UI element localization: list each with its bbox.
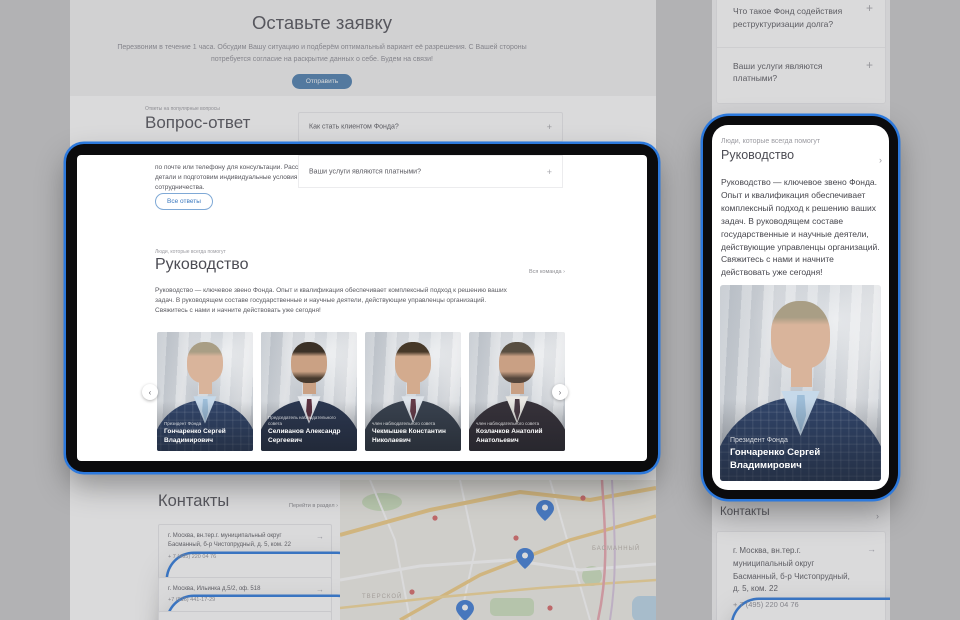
plus-icon[interactable]: +: [866, 1, 873, 15]
contacts-map[interactable]: ТВЕРСКОЙ БАСМАННЫЙ: [340, 480, 656, 620]
faq-title: Вопрос-ответ: [145, 113, 250, 133]
chevron-right-icon[interactable]: ›: [876, 511, 879, 521]
contact-address: г. Москва, Ильинка д.5/2, оф. 518: [168, 585, 309, 594]
faq-question: Что такое Фонд содействия реструктуризац…: [733, 5, 845, 31]
team-member-name: Гончаренко Сергей Владимирович: [730, 447, 850, 473]
faq-question: Ваши услуги являются платными?: [733, 60, 845, 86]
chevron-left-icon: ‹: [149, 388, 152, 397]
plus-icon[interactable]: +: [547, 122, 552, 132]
map-district-label: ТВЕРСКОЙ: [362, 592, 402, 600]
plus-icon[interactable]: +: [866, 58, 873, 72]
leadership-eyebrow: Люди, которые всегда помогут: [155, 249, 226, 255]
whole-team-link[interactable]: Вся команда ›: [485, 269, 565, 275]
carousel-next-button[interactable]: ›: [552, 384, 568, 400]
faq-question: Ваши услуги являются платными?: [309, 168, 421, 175]
team-member-role: Председатель наблюдательного совета: [268, 415, 350, 427]
faq-question: Как стать клиентом Фонда?: [309, 124, 399, 131]
cta-section: Оставьте заявку Перезвоним в течение 1 ч…: [70, 0, 656, 96]
team-member-role: член наблюдательного совета: [476, 421, 558, 427]
leadership-eyebrow: Люди, которые всегда помогут: [721, 138, 820, 145]
phone-screen: Люди, которые всегда помогут Руководство…: [712, 125, 889, 490]
arrow-right-icon: →: [316, 532, 324, 541]
chevron-right-icon[interactable]: ›: [879, 155, 882, 165]
arrow-right-icon: →: [867, 544, 876, 554]
team-member-name: Гончаренко Сергей Владимирович: [164, 428, 246, 446]
faq-eyebrow: Ответы на популярные вопросы: [145, 106, 220, 112]
arrow-right-icon: →: [316, 585, 324, 594]
leadership-description: Руководство — ключевое звено Фонда. Опыт…: [155, 286, 513, 316]
team-member-card[interactable]: член наблюдательного совета Козлачков Ан…: [469, 332, 565, 451]
team-member-name: Чекмышев Константин Николаевич: [372, 428, 454, 446]
cta-description: Перезвоним в течение 1 часа. Обсудим Ваш…: [112, 42, 532, 65]
team-member-role: Президент Фонда: [730, 437, 871, 444]
contact-address: г. Москва, вн.тер.г. муниципальный округ…: [733, 545, 855, 596]
plus-icon[interactable]: +: [547, 167, 552, 177]
team-member-card[interactable]: Председатель наблюдательного совета Сели…: [261, 332, 357, 451]
team-member-name: Селиванов Александр Сергеевич: [268, 428, 350, 446]
carousel-prev-button[interactable]: ‹: [142, 384, 158, 400]
map-district-label: БАСМАННЫЙ: [592, 544, 640, 552]
contact-phone: + 7 (495) 220 04 76: [733, 600, 890, 620]
team-member-card[interactable]: член наблюдательного совета Чекмышев Кон…: [365, 332, 461, 451]
team-member-card[interactable]: Президент Фонда Гончаренко Сергей Владим…: [157, 332, 253, 451]
submit-button[interactable]: Отправить: [292, 74, 352, 89]
chevron-right-icon: ›: [563, 269, 565, 275]
tablet-screen: по почте или телефону для консультации. …: [77, 155, 647, 461]
leadership-title: Руководство: [155, 256, 249, 274]
faq-item-what-is-fund[interactable]: Что такое Фонд содействия реструктуризац…: [717, 0, 885, 47]
leadership-description: Руководство — ключевое звено Фонда. Опыт…: [721, 176, 883, 279]
leadership-title: Руководство: [721, 148, 794, 162]
contact-card[interactable]: г. Москва, вн.тер.г. муниципальный округ…: [716, 531, 886, 620]
faq-item-how-to-become-client[interactable]: Как стать клиентом Фонда? +: [298, 112, 563, 142]
phone-device-frame: Люди, которые всегда помогут Руководство…: [703, 116, 898, 499]
team-member-role: член наблюдательного совета: [372, 421, 454, 427]
contacts-title: Контакты: [158, 492, 229, 511]
chevron-right-icon: ›: [559, 388, 562, 397]
team-member-name: Козлачков Анатолий Анатольевич: [476, 428, 558, 446]
faq-item-paid-services[interactable]: Ваши услуги являются платными? +: [298, 155, 563, 188]
all-answers-button[interactable]: Все ответы: [155, 193, 213, 210]
team-member-role: Президент Фонда: [164, 421, 246, 427]
team-member-card[interactable]: Президент Фонда Гончаренко Сергей Владим…: [720, 285, 881, 481]
contact-card-partner[interactable]: Партнёр Фонда Межрегиональная инспекция …: [158, 611, 332, 620]
chevron-right-icon: ›: [336, 503, 338, 509]
contact-address: г. Москва, вн.тер.г. муниципальный округ…: [168, 532, 309, 551]
cta-title: Оставьте заявку: [112, 12, 532, 34]
mobile-faq-card: Что такое Фонд содействия реструктуризац…: [716, 0, 886, 104]
contacts-title: Контакты: [720, 506, 770, 518]
tablet-device-frame: по почте или телефону для консультации. …: [66, 144, 658, 472]
contacts-section-link[interactable]: Перейти в раздел ›: [289, 503, 338, 509]
preview-workspace: Оставьте заявку Перезвоним в течение 1 ч…: [0, 0, 960, 620]
faq-item-paid-services[interactable]: Ваши услуги являются платными? +: [717, 47, 885, 104]
